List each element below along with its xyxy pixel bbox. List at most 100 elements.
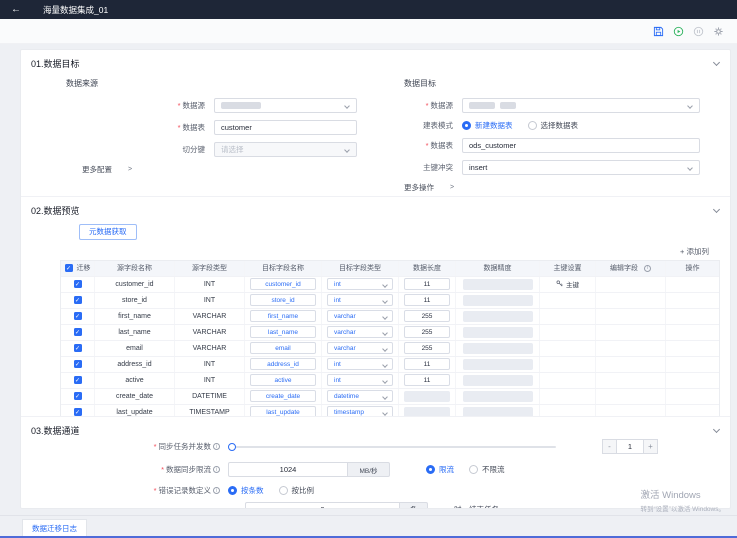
chevron-down-icon [382, 346, 388, 352]
length-input[interactable]: 255 [404, 342, 450, 354]
cell-source-name: last_update [95, 405, 175, 417]
length-input[interactable]: 255 [404, 326, 450, 338]
target-name-input[interactable]: create_date [250, 390, 316, 402]
add-column-link[interactable]: + 添加列 [680, 246, 709, 257]
cell-source-name: store_id [95, 293, 175, 308]
radio-rate-limited-label[interactable]: 限流 [439, 464, 454, 475]
cell-action [666, 405, 719, 417]
stepper-plus-button[interactable]: + [643, 439, 658, 454]
more-actions-link[interactable]: 更多操作 > [404, 182, 730, 193]
target-name-input[interactable]: email [250, 342, 316, 354]
back-arrow-icon[interactable]: ← [11, 5, 21, 15]
target-type-select[interactable]: int [327, 278, 393, 290]
source-datasource-select[interactable] [214, 98, 357, 113]
pause-circle-icon[interactable] [692, 25, 704, 37]
chevron-down-icon[interactable] [713, 426, 720, 433]
info-icon [213, 487, 220, 494]
table-row: create_dateDATETIMEcreate_datedatetime [61, 388, 719, 404]
redacted-value [221, 102, 261, 109]
cell-target-type: int [322, 357, 399, 372]
target-name-input[interactable]: last_name [250, 326, 316, 338]
row-checkbox[interactable] [74, 392, 82, 400]
section2-title: 02.数据预览 [31, 204, 80, 217]
precision-disabled-field [463, 359, 533, 370]
radio-by-ratio[interactable] [279, 486, 288, 495]
row-checkbox[interactable] [74, 360, 82, 368]
target-name-input[interactable]: store_id [250, 294, 316, 306]
precision-disabled-field [463, 295, 533, 306]
stepper-minus-button[interactable]: - [602, 439, 617, 454]
row-checkbox[interactable] [74, 376, 82, 384]
target-name-input[interactable]: last_update [250, 406, 316, 416]
source-table-input[interactable]: customer [214, 120, 357, 135]
column-header: 主键设置 [540, 261, 596, 276]
target-type-select[interactable]: datetime [327, 390, 393, 402]
length-input[interactable]: 11 [404, 294, 450, 306]
radio-by-count-label[interactable]: 按条数 [241, 485, 264, 496]
target-table-input[interactable]: ods_customer [462, 138, 700, 153]
save-icon[interactable] [652, 25, 664, 37]
cell-edit-field [596, 325, 666, 340]
target-type-select[interactable]: int [327, 358, 393, 370]
cell-target-type: varchar [322, 309, 399, 324]
play-circle-icon[interactable] [672, 25, 684, 37]
cell-action [666, 293, 719, 308]
target-type-select[interactable]: int [327, 294, 393, 306]
more-config-link[interactable]: 更多配置 > [82, 164, 376, 175]
row-checkbox[interactable] [74, 312, 82, 320]
concurrency-value[interactable]: 1 [617, 439, 643, 454]
target-type-select[interactable]: timestamp [327, 406, 393, 416]
split-key-select[interactable]: 请选择 [214, 142, 357, 157]
select-all-checkbox[interactable] [65, 264, 73, 272]
target-name-input[interactable]: address_id [250, 358, 316, 370]
cell-target-type: int [322, 293, 399, 308]
radio-select-table[interactable] [528, 121, 537, 130]
cell-target-type: timestamp [322, 405, 399, 417]
length-input[interactable]: 11 [404, 358, 450, 370]
row-checkbox[interactable] [74, 344, 82, 352]
target-type-select[interactable]: int [327, 374, 393, 386]
error-count-input[interactable]: 0 [245, 502, 400, 508]
radio-rate-limited[interactable] [426, 465, 435, 474]
section-data-channel: 03.数据通道 同步任务并发数 - 1 + 数据同步限流 1024 MB/秒 [21, 416, 730, 508]
row-checkbox[interactable] [74, 328, 82, 336]
radio-rate-unlimited[interactable] [469, 465, 478, 474]
row-checkbox[interactable] [74, 408, 82, 416]
pk-conflict-select[interactable]: insert [462, 160, 700, 175]
fetch-metadata-button[interactable]: 元数据获取 [79, 224, 137, 240]
cell-source-type: TIMESTAMP [175, 405, 245, 417]
target-type-select[interactable]: varchar [327, 342, 393, 354]
slider-track [228, 446, 556, 448]
length-input[interactable]: 11 [404, 374, 450, 386]
radio-rate-unlimited-label[interactable]: 不限流 [482, 464, 505, 475]
target-name-input[interactable]: active [250, 374, 316, 386]
radio-by-count[interactable] [228, 486, 237, 495]
chevron-right-icon: > [450, 184, 454, 191]
cell-edit-field [596, 373, 666, 388]
chevron-down-icon [382, 378, 388, 384]
section1-title: 01.数据目标 [31, 57, 80, 70]
gear-icon[interactable] [712, 25, 724, 37]
radio-by-ratio-label[interactable]: 按比例 [292, 485, 315, 496]
target-name-input[interactable]: customer_id [250, 278, 316, 290]
row-checkbox[interactable] [74, 296, 82, 304]
target-name-input[interactable]: first_name [250, 310, 316, 322]
source-datasource-label: 数据源 [66, 100, 214, 111]
radio-new-table[interactable] [462, 121, 471, 130]
chevron-down-icon[interactable] [713, 206, 720, 213]
precision-disabled-field [463, 343, 533, 354]
radio-select-table-label[interactable]: 选择数据表 [541, 120, 579, 131]
chevron-down-icon[interactable] [713, 59, 720, 66]
target-type-select[interactable]: varchar [327, 310, 393, 322]
radio-new-table-label[interactable]: 新建数据表 [475, 120, 513, 131]
target-datasource-select[interactable] [462, 98, 700, 113]
target-type-select[interactable]: varchar [327, 326, 393, 338]
rate-limit-input[interactable]: 1024 [228, 462, 348, 477]
table-row: first_nameVARCHARfirst_namevarchar255 [61, 308, 719, 324]
page-body: 01.数据目标 数据来源 数据源 数据表 [0, 44, 737, 509]
length-input[interactable]: 255 [404, 310, 450, 322]
slider-handle[interactable] [228, 443, 236, 451]
row-checkbox[interactable] [74, 280, 82, 288]
length-input[interactable]: 11 [404, 278, 450, 290]
concurrency-slider[interactable] [228, 440, 556, 454]
